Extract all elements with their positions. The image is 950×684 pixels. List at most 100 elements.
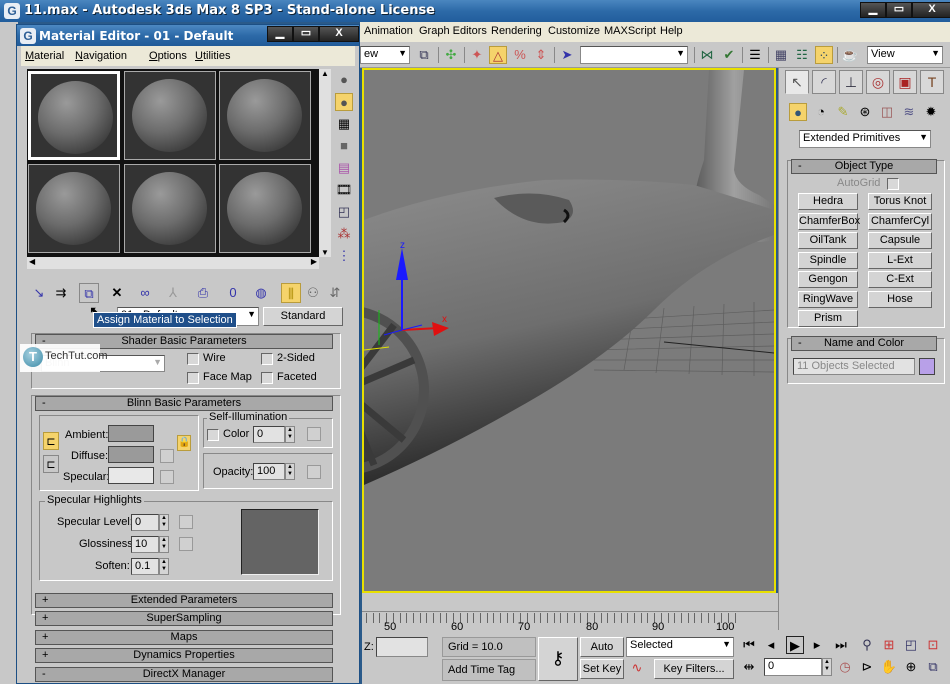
glossiness-field[interactable]: 10 <box>131 536 159 553</box>
options-icon[interactable]: ◰ <box>335 203 353 221</box>
lights-category-icon[interactable]: ✎ <box>834 103 852 121</box>
specular-map-button[interactable] <box>160 470 174 484</box>
wire-checkbox[interactable] <box>187 353 199 365</box>
spinner-snap-icon[interactable]: ⇕ <box>532 46 550 64</box>
sample-slot[interactable] <box>124 71 216 160</box>
minimize-button[interactable]: ▁ <box>860 2 886 18</box>
modify-tab-icon[interactable]: ◜ <box>812 70 836 94</box>
menu-customize[interactable]: Customize <box>548 25 600 37</box>
hose-button[interactable]: Hose <box>868 291 932 308</box>
time-configuration-icon[interactable]: ◷ <box>836 658 854 676</box>
spacewarps-category-icon[interactable]: ≋ <box>900 103 918 121</box>
lock-icon[interactable]: 🔒 <box>177 435 191 451</box>
material-map-navigator-icon[interactable]: ⋮ <box>335 247 353 265</box>
zoom-icon[interactable]: ⚲ <box>858 636 876 654</box>
make-preview-icon[interactable]: 🎞 <box>335 181 353 199</box>
mirror-icon[interactable]: ⋈ <box>698 46 716 64</box>
c-ext-button[interactable]: C-Ext <box>868 271 932 288</box>
helpers-category-icon[interactable]: ◫ <box>878 103 896 121</box>
chamfercyl-button[interactable]: ChamferCyl <box>868 213 932 230</box>
menu-graph-editors[interactable]: Graph Editors <box>419 25 487 37</box>
edit-named-selection-icon[interactable]: ➤ <box>558 46 576 64</box>
chamferbox-button[interactable]: ChamferBox <box>798 213 860 230</box>
display-tab-icon[interactable]: ▣ <box>893 70 917 94</box>
name-color-header[interactable]: - Name and Color <box>791 336 937 351</box>
set-key-button[interactable]: Set Key <box>580 659 624 679</box>
next-frame-icon[interactable]: ▸ <box>808 636 826 654</box>
zoom-all-icon[interactable]: ⊞ <box>880 636 898 654</box>
spindle-button[interactable]: Spindle <box>798 252 858 269</box>
manipulate-icon[interactable]: ✣ <box>442 46 460 64</box>
menu-options[interactable]: Options <box>149 50 187 62</box>
go-to-parent-icon[interactable]: ⚇ <box>303 283 323 303</box>
key-tangent-icon[interactable]: ∿ <box>628 659 646 677</box>
scroll-right-icon[interactable]: ▶ <box>311 257 317 266</box>
material-editor-title-bar[interactable]: G Material Editor - 01 - Default ▁ ▭ X <box>17 25 359 46</box>
go-forward-to-sibling-icon[interactable]: ⇵ <box>325 283 345 303</box>
menu-help[interactable]: Help <box>660 25 683 37</box>
opacity-map-button[interactable] <box>307 465 321 479</box>
set-key-large-button[interactable]: ⚷ <box>538 637 578 681</box>
zoom-extents-all-icon[interactable]: ⊡ <box>924 636 942 654</box>
close-button[interactable]: X <box>912 2 950 18</box>
scroll-left-icon[interactable]: ◀ <box>29 257 35 266</box>
scroll-up-icon[interactable]: ▲ <box>319 69 331 78</box>
sample-slot[interactable] <box>219 71 311 160</box>
opacity-field[interactable]: 100 <box>253 463 285 480</box>
menu-navigation[interactable]: Navigation <box>75 50 127 62</box>
faceted-checkbox[interactable] <box>261 372 273 384</box>
maps-header[interactable]: + Maps <box>35 630 333 645</box>
frame-spinner[interactable]: ▲ ▼ <box>822 658 832 676</box>
add-time-tag[interactable]: Add Time Tag <box>442 659 536 681</box>
angle-snap-icon[interactable]: △ <box>489 46 507 64</box>
object-type-header[interactable]: - Object Type <box>791 159 937 174</box>
menu-material[interactable]: Material <box>25 50 64 62</box>
ringwave-button[interactable]: RingWave <box>798 291 858 308</box>
curve-editor-icon[interactable]: ▦ <box>772 46 790 64</box>
object-name-field[interactable]: 11 Objects Selected <box>793 358 915 375</box>
geometry-category-icon[interactable]: ● <box>789 103 807 121</box>
motion-tab-icon[interactable]: ◎ <box>866 70 890 94</box>
align-icon[interactable]: ✔ <box>720 46 738 64</box>
go-to-end-icon[interactable]: ⏭ <box>832 636 850 654</box>
lock-ambient-diffuse-icon[interactable]: ⊏ <box>43 432 59 450</box>
blinn-basic-header[interactable]: - Blinn Basic Parameters <box>35 396 333 411</box>
diffuse-color-swatch[interactable] <box>108 446 154 463</box>
dynamics-properties-header[interactable]: + Dynamics Properties <box>35 648 333 663</box>
menu-utilities[interactable]: Utilities <box>195 50 230 62</box>
sample-slot[interactable] <box>28 164 120 253</box>
assign-material-to-selection-icon[interactable]: ⧉ <box>79 283 99 303</box>
reset-map-icon[interactable]: ✕ <box>107 283 127 303</box>
percent-snap-icon[interactable]: % <box>511 46 529 64</box>
put-to-library-icon[interactable]: ⎙ <box>193 283 213 303</box>
select-by-material-icon[interactable]: ⁂ <box>335 225 353 243</box>
sample-uv-tiling-icon[interactable]: ■ <box>335 137 353 155</box>
ambient-color-swatch[interactable] <box>108 425 154 442</box>
get-material-icon[interactable]: ↘ <box>29 283 49 303</box>
maximize-button[interactable]: ▭ <box>293 26 319 42</box>
category-dropdown[interactable]: Extended Primitives ▼ <box>799 130 931 148</box>
oiltank-button[interactable]: OilTank <box>798 232 858 249</box>
sample-slot[interactable] <box>124 164 216 253</box>
cameras-category-icon[interactable]: ⊛ <box>856 103 874 121</box>
slots-horizontal-scrollbar[interactable]: ◀ ▶ <box>27 257 319 269</box>
maximize-button[interactable]: ▭ <box>886 2 912 18</box>
named-selection-set-combo[interactable]: ▼ <box>580 46 688 64</box>
capsule-button[interactable]: Capsule <box>868 232 932 249</box>
specular-level-field[interactable]: 0 <box>131 514 159 531</box>
utilities-tab-icon[interactable]: T <box>920 70 944 94</box>
sample-slot[interactable] <box>28 71 120 160</box>
video-color-check-icon[interactable]: ▤ <box>335 159 353 177</box>
l-ext-button[interactable]: L-Ext <box>868 252 932 269</box>
extended-parameters-header[interactable]: + Extended Parameters <box>35 593 333 608</box>
material-type-button[interactable]: Standard <box>263 307 343 326</box>
two-sided-checkbox[interactable] <box>261 353 273 365</box>
previous-frame-icon[interactable]: ◂ <box>762 636 780 654</box>
put-material-to-scene-icon[interactable]: ⇉ <box>51 283 71 303</box>
go-to-start-icon[interactable]: ⏮ <box>740 636 758 654</box>
hedra-button[interactable]: Hedra <box>798 193 858 210</box>
play-icon[interactable]: ▶ <box>786 636 804 654</box>
arc-rotate-icon[interactable]: ⊕ <box>902 658 920 676</box>
pivot-center-icon[interactable]: ⧉ <box>415 46 433 64</box>
lock-diffuse-specular-icon[interactable]: ⊏ <box>43 455 59 473</box>
